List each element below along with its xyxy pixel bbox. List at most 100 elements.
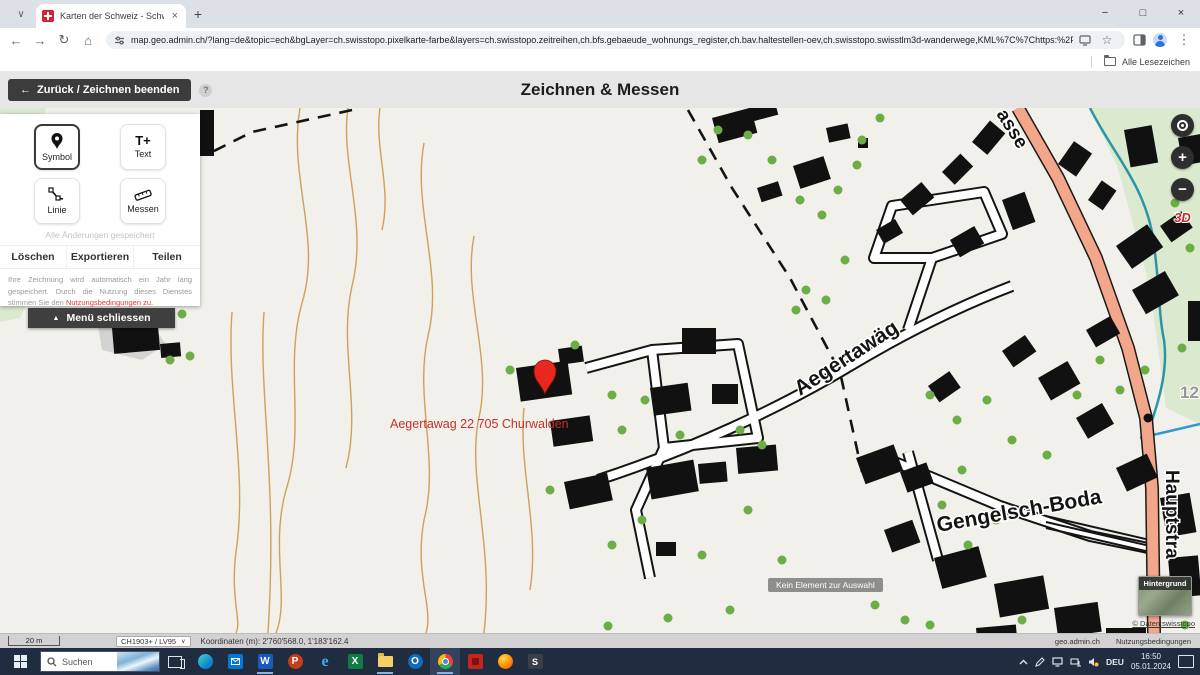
url-text: map.geo.admin.ch/?lang=de&topic=ech&bgLa… [131, 35, 1073, 45]
bookmark-star-icon[interactable]: ☆ [1097, 31, 1117, 49]
close-button[interactable]: × [1162, 0, 1200, 26]
street-label-hauptstrasse: Hauptstra [1161, 470, 1182, 559]
maximize-button[interactable]: □ [1124, 0, 1162, 26]
close-menu-button[interactable]: ▲ Menü schliessen [28, 308, 175, 328]
file-explorer-icon[interactable] [370, 648, 400, 675]
browser-tabstrip: ∨ Karten der Schweiz - Schweize × + − □ … [0, 0, 1200, 28]
side-panel-icon[interactable] [1133, 34, 1146, 46]
bus-stop-dot [1144, 414, 1153, 423]
chevron-down-icon: ∨ [181, 638, 185, 645]
url-bar[interactable]: map.geo.admin.ch/?lang=de&topic=ech&bgLa… [106, 31, 1125, 49]
help-icon[interactable]: ? [199, 84, 212, 97]
network-icon[interactable] [1070, 657, 1081, 667]
pen-tray-icon[interactable] [1035, 657, 1045, 667]
window-controls: − □ × [1086, 0, 1200, 26]
map-footer: 20 m CH1903+ / LV95 ∨ Koordinaten (m): 2… [0, 633, 1200, 648]
reload-icon[interactable]: ↻ [54, 30, 74, 50]
tool-measure-button[interactable]: Messen [120, 178, 166, 224]
locate-icon [1177, 120, 1188, 131]
task-view-icon[interactable] [160, 648, 190, 675]
terms-of-use-link[interactable]: Nutzungsbedingungen [1116, 637, 1191, 646]
tab-list-chevron-icon[interactable]: ∨ [8, 3, 34, 25]
back-icon[interactable]: ← [6, 30, 26, 50]
search-icon [47, 657, 57, 667]
s-app-icon[interactable]: S [520, 648, 550, 675]
geolocate-button[interactable] [1171, 114, 1194, 137]
red-app-icon[interactable] [460, 648, 490, 675]
browser-toolbar: ← → ↻ ⌂ map.geo.admin.ch/?lang=de&topic=… [0, 28, 1200, 52]
scale-bar: 20 m [8, 636, 60, 646]
text-tool-icon: T+ [135, 135, 151, 147]
zoom-out-button[interactable]: − [1171, 178, 1194, 201]
bookmarks-divider [1091, 56, 1092, 68]
save-status-text: Alle Änderungen gespeichert [0, 230, 200, 240]
bookmarks-folder-icon [1104, 57, 1116, 66]
back-arrow-icon: ← [20, 84, 31, 96]
collapse-icon: ▲ [53, 315, 60, 322]
edge-icon[interactable] [190, 648, 220, 675]
volume-icon[interactable] [1088, 657, 1099, 667]
display-tray-icon[interactable] [1052, 657, 1063, 667]
browser-tab[interactable]: Karten der Schweiz - Schweize × [36, 4, 186, 28]
word-icon[interactable]: W [250, 648, 280, 675]
minimize-button[interactable]: − [1086, 0, 1124, 26]
tool-line-button[interactable]: Linie [34, 178, 80, 224]
start-button[interactable] [0, 648, 40, 675]
excel-icon[interactable]: X [340, 648, 370, 675]
ruler-icon [133, 188, 153, 202]
powerpoint-icon[interactable]: P [280, 648, 310, 675]
search-highlight-image [117, 652, 159, 672]
projection-select[interactable]: CH1903+ / LV95 ∨ [116, 636, 191, 647]
zoom-in-button[interactable]: + [1171, 146, 1194, 169]
screen: ∨ Karten der Schweiz - Schweize × + − □ … [0, 0, 1200, 675]
tool-symbol-button[interactable]: Symbol [34, 124, 80, 170]
export-button[interactable]: Exportieren [67, 246, 134, 268]
draw-tools-panel: Symbol T+ Text Linie Messen Alle Änderun… [0, 114, 200, 306]
data-attribution[interactable]: © Daten:swisstopo [1132, 619, 1195, 628]
tune-icon [114, 35, 125, 46]
taskbar: Suchen W P e X O S DEU 16:50 [0, 648, 1200, 675]
panel-actions: Löschen Exportieren Teilen [0, 245, 200, 269]
background-layer-button[interactable]: Hintergrund [1138, 576, 1192, 616]
firefox-icon[interactable] [490, 648, 520, 675]
draw-mode-header: Zeichnen & Messen ← Zurück / Zeichnen be… [0, 72, 1200, 108]
drawn-address-label[interactable]: Aegertawag 22 705 Churwalden [390, 417, 569, 431]
geoadmin-link[interactable]: geo.admin.ch [1055, 637, 1100, 646]
back-finish-drawing-button[interactable]: ← Zurück / Zeichnen beenden [8, 79, 191, 101]
browser-menu-icon[interactable]: ⋮ [1174, 30, 1194, 50]
clock-date: 05.01.2024 [1131, 662, 1171, 672]
tab-title: Karten der Schweiz - Schweize [60, 11, 164, 21]
profile-avatar[interactable] [1150, 30, 1170, 50]
house-number-label: 12 [1180, 383, 1199, 402]
terms-link[interactable]: Nutzungsbedingungen zu. [66, 298, 153, 307]
windows-logo-icon [14, 655, 27, 668]
install-app-icon[interactable] [1079, 35, 1091, 46]
polyline-icon [48, 187, 66, 203]
mail-icon[interactable] [220, 648, 250, 675]
outlook-icon[interactable]: O [400, 648, 430, 675]
marker-pin-icon [49, 132, 65, 150]
tab-close-icon[interactable]: × [170, 10, 180, 22]
chrome-icon[interactable] [430, 648, 460, 675]
system-tray: DEU 16:50 05.01.2024 [1019, 652, 1200, 672]
bookmarks-bar: Alle Lesezeichen [0, 52, 1200, 72]
taskbar-clock[interactable]: 16:50 05.01.2024 [1131, 652, 1171, 672]
new-tab-button[interactable]: + [186, 2, 210, 26]
internet-explorer-icon[interactable]: e [310, 648, 340, 675]
clock-time: 16:50 [1131, 652, 1171, 662]
home-icon[interactable]: ⌂ [78, 30, 98, 50]
all-bookmarks-label[interactable]: Alle Lesezeichen [1122, 57, 1190, 67]
taskbar-search-input[interactable]: Suchen [40, 651, 160, 672]
delete-button[interactable]: Löschen [0, 246, 67, 268]
map-controls: + − 3D [1171, 114, 1194, 225]
swiss-flag-favicon [42, 10, 54, 22]
action-center-icon[interactable] [1178, 655, 1194, 668]
coordinates-readout: Koordinaten (m): 2'760'568.0, 1'183'162.… [201, 637, 349, 646]
forward-icon[interactable]: → [30, 30, 50, 50]
language-indicator[interactable]: DEU [1106, 657, 1124, 667]
share-button[interactable]: Teilen [134, 246, 200, 268]
map-area: Aegertawäg Gengelsch-Boda Hauptstra asse… [0, 108, 1200, 633]
hidden-icons-chevron[interactable] [1019, 659, 1028, 665]
toggle-3d-button[interactable]: 3D [1174, 210, 1191, 225]
tool-text-button[interactable]: T+ Text [120, 124, 166, 170]
